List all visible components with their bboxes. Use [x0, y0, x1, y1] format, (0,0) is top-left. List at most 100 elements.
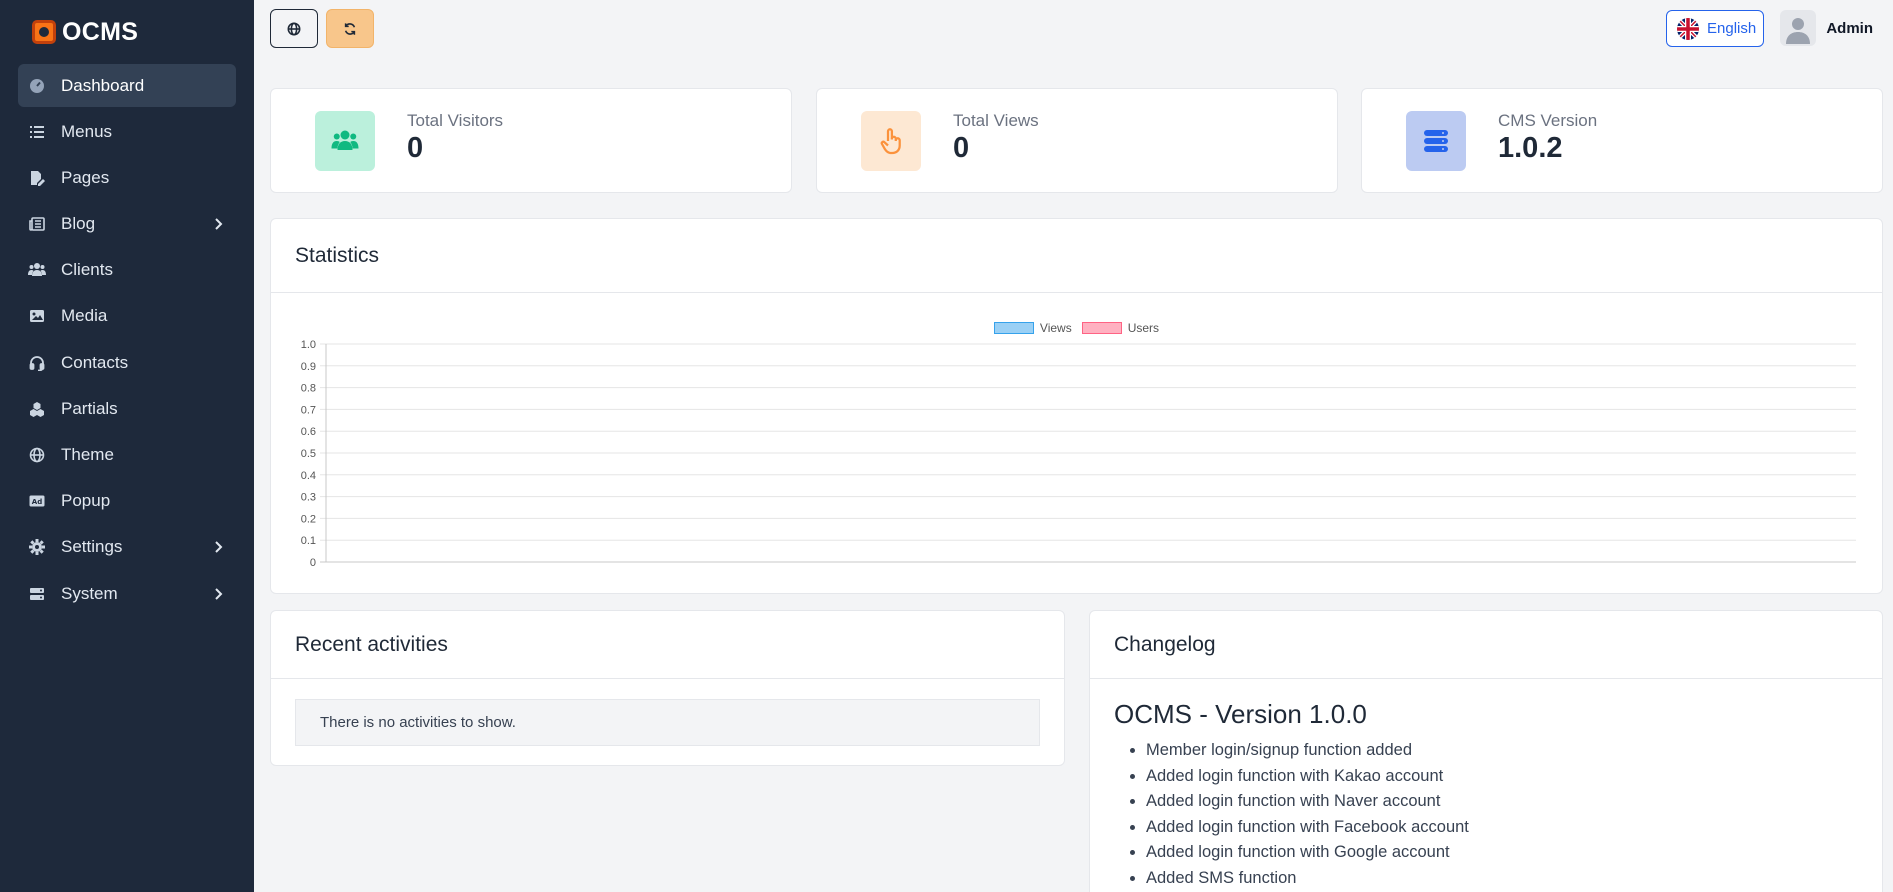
- app-name: OCMS: [62, 17, 139, 46]
- user-icon: [1786, 18, 1811, 44]
- stat-label: Total Visitors: [407, 111, 504, 130]
- sidebar-item-system[interactable]: System: [18, 572, 236, 615]
- legend-swatch: [1081, 322, 1122, 334]
- list-item: Member login/signup function added: [1146, 738, 1882, 764]
- sidebar-item-settings[interactable]: Settings: [18, 526, 236, 569]
- panel-title: Changelog: [1090, 611, 1882, 679]
- chart-legend: Views Users: [270, 321, 1883, 335]
- y-tick-label: 0.3: [301, 492, 316, 504]
- stat-value: 0: [953, 132, 970, 164]
- view-site-button[interactable]: [270, 9, 318, 48]
- legend-item-views[interactable]: Views: [993, 321, 1072, 335]
- hand-pointer-icon: [861, 111, 921, 171]
- cubes-icon: [28, 400, 46, 418]
- app-logo[interactable]: OCMS: [0, 0, 254, 64]
- stat-card-version: CMS Version 1.0.2: [1361, 88, 1883, 193]
- legend-item-users[interactable]: Users: [1081, 321, 1160, 335]
- users-icon: [28, 261, 46, 279]
- sidebar-item-blog[interactable]: Blog: [18, 203, 236, 246]
- gauge-icon: [28, 77, 46, 95]
- sidebar-item-dashboard[interactable]: Dashboard: [18, 64, 236, 107]
- legend-label: Views: [1039, 321, 1072, 335]
- stat-value: 0: [407, 132, 424, 164]
- sidebar-nav: Dashboard Menus Pages Blog Clients Media…: [0, 64, 254, 615]
- chevron-right-icon: [215, 541, 223, 554]
- y-tick-label: 0.7: [301, 404, 316, 416]
- stat-card-visitors: Total Visitors 0: [270, 88, 792, 193]
- sidebar-item-label: Partials: [61, 398, 118, 418]
- language-button[interactable]: English: [1666, 10, 1764, 47]
- user-name: Admin: [1826, 19, 1873, 37]
- globe-icon: [28, 446, 46, 464]
- y-tick-label: 0.8: [301, 383, 316, 395]
- sidebar-item-contacts[interactable]: Contacts: [18, 341, 236, 384]
- globe-icon: [287, 22, 301, 35]
- server-icon: [28, 585, 46, 603]
- list-item: Added login function with Kakao account: [1146, 764, 1882, 790]
- gear-icon: [28, 538, 46, 556]
- changelog-version-title: OCMS - Version 1.0.0: [1114, 699, 1367, 729]
- stat-label: CMS Version: [1498, 111, 1598, 130]
- newspaper-icon: [28, 215, 46, 233]
- panel-title: Statistics: [271, 219, 1882, 293]
- sidebar-item-label: Menus: [61, 121, 113, 141]
- legend-label: Users: [1127, 321, 1160, 335]
- sidebar-item-partials[interactable]: Partials: [18, 387, 236, 430]
- sidebar-item-label: System: [61, 583, 118, 603]
- rectangle-ad-icon: Ad: [28, 492, 46, 510]
- topbar: English Admin: [254, 0, 1893, 58]
- changelog-panel: Changelog OCMS - Version 1.0.0 Member lo…: [1089, 610, 1883, 892]
- avatar: [1780, 10, 1817, 46]
- uk-flag-icon: [1677, 17, 1699, 40]
- y-tick-label: 0: [310, 557, 316, 569]
- list-item: Added login function with Naver account: [1146, 789, 1882, 815]
- y-tick-label: 0.6: [301, 426, 316, 438]
- stat-card-views: Total Views 0: [816, 88, 1338, 193]
- refresh-button[interactable]: [326, 9, 374, 48]
- sidebar: OCMS Dashboard Menus Pages Blog Clients …: [0, 0, 254, 892]
- file-pen-icon: [28, 169, 46, 187]
- recent-activities-panel: Recent activities There is no activities…: [270, 610, 1065, 766]
- sidebar-item-media[interactable]: Media: [18, 295, 236, 338]
- chevron-right-icon: [215, 587, 223, 600]
- sidebar-item-label: Theme: [61, 445, 114, 464]
- refresh-icon: [344, 22, 356, 35]
- image-icon: [28, 307, 46, 325]
- sidebar-item-label: Dashboard: [61, 75, 145, 95]
- changelog-list: Member login/signup function added Added…: [1146, 738, 1882, 892]
- sidebar-item-label: Pages: [61, 167, 110, 187]
- legend-swatch: [993, 322, 1034, 334]
- sidebar-item-popup[interactable]: Ad Popup: [18, 480, 236, 523]
- y-tick-label: 0.5: [301, 448, 316, 460]
- sidebar-item-menus[interactable]: Menus: [18, 110, 236, 153]
- users-icon: [315, 111, 375, 171]
- list-icon: [28, 123, 46, 141]
- language-label: English: [1707, 20, 1757, 37]
- list-item: Added login function with Facebook accou…: [1146, 815, 1882, 841]
- sidebar-item-clients[interactable]: Clients: [18, 249, 236, 292]
- stat-value: 1.0.2: [1498, 132, 1563, 164]
- sidebar-item-label: Media: [61, 306, 108, 326]
- list-item: Added SMS function: [1146, 866, 1882, 892]
- sidebar-item-pages[interactable]: Pages: [18, 156, 236, 199]
- panel-title: Recent activities: [271, 611, 1064, 679]
- database-icon: [1406, 111, 1466, 171]
- sidebar-item-label: Contacts: [61, 352, 129, 372]
- y-tick-label: 0.4: [301, 470, 316, 482]
- stat-label: Total Views: [953, 111, 1039, 130]
- sidebar-item-label: Blog: [61, 214, 96, 234]
- sidebar-item-label: Clients: [61, 260, 113, 280]
- sidebar-item-label: Settings: [61, 537, 123, 557]
- y-tick-label: 1.0: [301, 339, 316, 351]
- sidebar-item-label: Popup: [61, 491, 111, 511]
- empty-activities-message: There is no activities to show.: [295, 699, 1040, 746]
- y-tick-label: 0.9: [301, 361, 316, 373]
- chevron-right-icon: [215, 218, 223, 230]
- statistics-chart: 1.0 0.9 0.8 0.7 0.6 0.5 0.4 0.3 0.2 0.1 0: [301, 339, 1856, 569]
- logo-icon: [32, 20, 56, 44]
- svg-text:Ad: Ad: [32, 498, 42, 506]
- y-tick-label: 0.2: [301, 513, 316, 525]
- sidebar-item-theme[interactable]: Theme: [18, 434, 236, 477]
- headset-icon: [28, 354, 46, 372]
- user-menu[interactable]: Admin: [1780, 10, 1873, 46]
